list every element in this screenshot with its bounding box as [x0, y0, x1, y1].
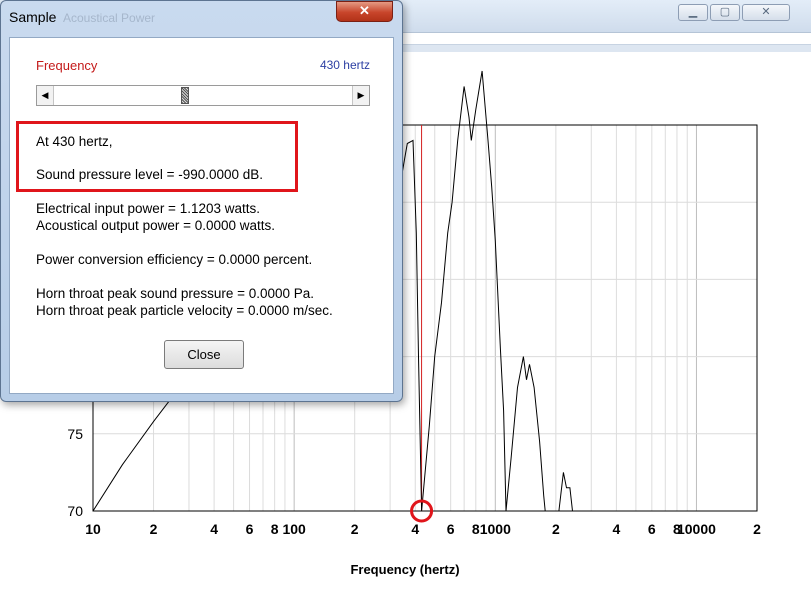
x-tick-label: 10 — [85, 521, 101, 537]
x-tick-label: 6 — [447, 521, 455, 537]
x-tick-label: 8 — [271, 521, 279, 537]
x-tick-labels: 10 2 4 6 8 100 2 4 6 8 1000 2 4 6 810000 2 — [85, 521, 761, 537]
x-tick-label: 2 — [150, 521, 158, 537]
x-tick-label: 4 — [613, 521, 621, 537]
sample-dialog: Sample Acoustical Power ✕ Frequency 430 … — [0, 0, 403, 402]
dialog-close-button[interactable]: ✕ — [336, 1, 393, 22]
x-tick-label: 1000 — [480, 521, 511, 537]
x-tick-label: 8 — [472, 521, 480, 537]
acoustical-output-power-text: Acoustical output power = 0.0000 watts. — [36, 218, 276, 233]
electrical-input-power-text: Electrical input power = 1.1203 watts. — [36, 201, 260, 216]
close-button[interactable]: Close — [164, 340, 244, 369]
slider-left-arrow-icon[interactable]: ◀ — [37, 86, 54, 105]
at-frequency-text: At 430 hertz, — [36, 134, 113, 149]
x-tick-label: 6 — [246, 521, 254, 537]
x-tick-label: 100 — [282, 521, 306, 537]
y-tick-label: 75 — [67, 426, 83, 442]
frequency-slider[interactable]: ◀ ▶ — [36, 85, 370, 106]
y-tick-label: 70 — [67, 503, 83, 519]
x-tick-label: 10000 — [677, 521, 716, 537]
x-tick-label: 4 — [210, 521, 218, 537]
x-tick-label: 6 — [648, 521, 656, 537]
frequency-value: 430 hertz — [319, 58, 370, 72]
dialog-ghost-title: Acoustical Power — [63, 11, 156, 25]
x-tick-label: 2 — [351, 521, 359, 537]
x-tick-label: 2 — [552, 521, 560, 537]
slider-thumb[interactable] — [181, 87, 190, 104]
frequency-label: Frequency — [36, 58, 98, 73]
x-tick-label: 2 — [753, 521, 761, 537]
close-icon: ✕ — [359, 3, 370, 18]
slider-track[interactable] — [54, 86, 352, 105]
dialog-title: Sample — [9, 9, 57, 25]
dialog-body: Frequency 430 hertz ◀ ▶ At 430 hertz, So… — [9, 37, 394, 394]
horn-throat-pressure-text: Horn throat peak sound pressure = 0.0000… — [36, 286, 315, 301]
x-axis-label: Frequency (hertz) — [350, 562, 460, 577]
x-tick-label: 4 — [411, 521, 419, 537]
power-conversion-efficiency-text: Power conversion efficiency = 0.0000 per… — [36, 252, 313, 267]
horn-throat-velocity-text: Horn throat peak particle velocity = 0.0… — [36, 303, 333, 318]
sound-pressure-level-text: Sound pressure level = -990.0000 dB. — [36, 167, 264, 182]
slider-right-arrow-icon[interactable]: ▶ — [352, 86, 369, 105]
